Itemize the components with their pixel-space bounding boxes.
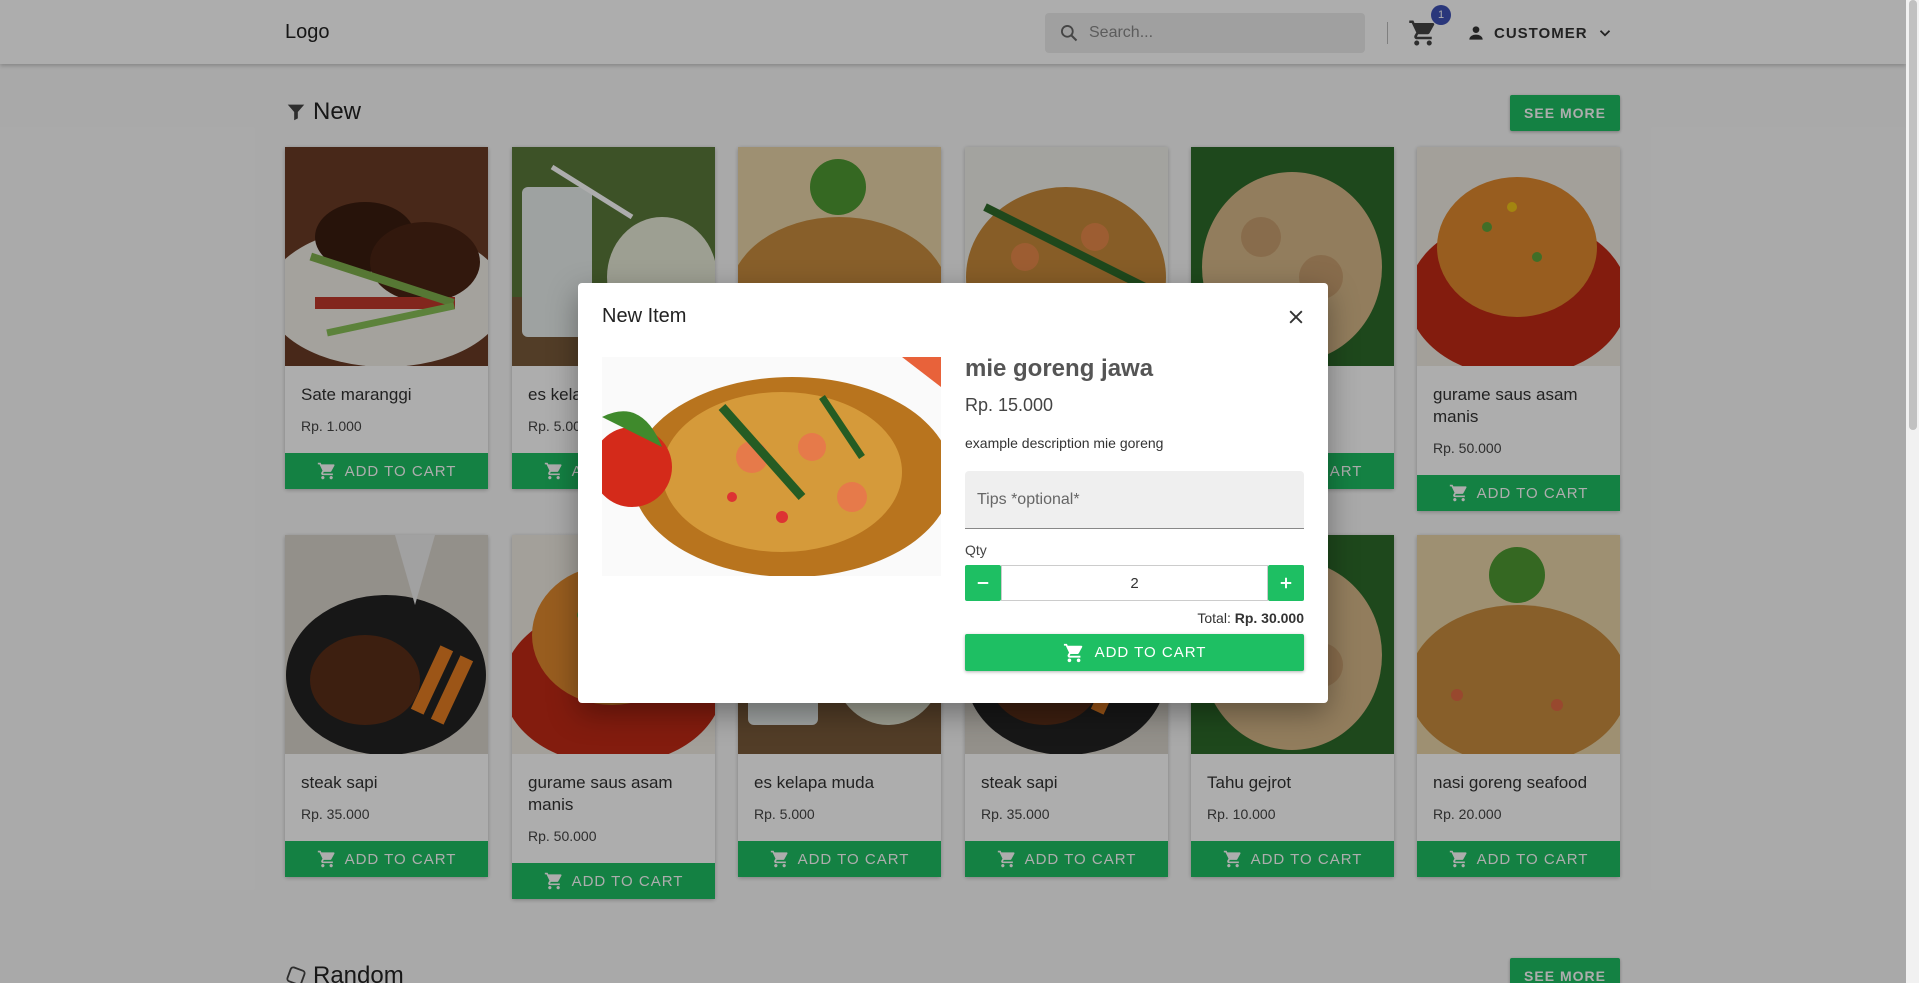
- dialog-add-to-cart-label: ADD TO CART: [1094, 644, 1207, 661]
- dialog-add-to-cart-button[interactable]: ADD TO CART: [965, 634, 1304, 671]
- close-icon[interactable]: [1286, 307, 1306, 327]
- cart-icon: [1063, 643, 1082, 662]
- qty-label: Qty: [965, 542, 987, 558]
- qty-increment-button[interactable]: [1268, 565, 1304, 601]
- total-prefix: Total:: [1197, 610, 1231, 626]
- dialog-item-image: [602, 357, 941, 576]
- qty-input[interactable]: [1001, 565, 1268, 601]
- tips-field[interactable]: [965, 471, 1304, 529]
- dialog-title: New Item: [602, 305, 687, 327]
- minus-icon: [977, 582, 989, 584]
- scrollbar-thumb[interactable]: [1909, 0, 1917, 430]
- plus-icon: [1280, 577, 1292, 589]
- qty-decrement-button[interactable]: [965, 565, 1001, 601]
- page-scrollbar[interactable]: [1906, 0, 1919, 983]
- new-item-dialog: New Item mie goreng jawa Rp. 15.000 exam…: [578, 283, 1328, 703]
- total-value: Rp. 30.000: [1234, 610, 1304, 626]
- dialog-item-description: example description mie goreng: [965, 435, 1164, 451]
- dialog-item-price: Rp. 15.000: [965, 395, 1054, 415]
- tips-input[interactable]: [965, 471, 1304, 528]
- dialog-item-name: mie goreng jawa: [965, 355, 1154, 382]
- total-summary: Total: Rp. 30.000: [965, 610, 1304, 626]
